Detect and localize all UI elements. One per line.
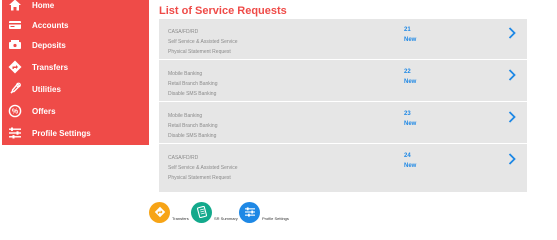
quick-action-label: Profile Settings [262, 216, 289, 221]
chevron-right-icon[interactable] [507, 111, 517, 123]
service-request-list: CASA/FD/RD Self Service & Assisted Servi… [159, 19, 527, 192]
chevron-right-icon[interactable] [507, 27, 517, 39]
request-channel: Retail Branch Banking [168, 123, 218, 129]
sidebar-item-label: Utilities [32, 84, 61, 94]
profile-settings-icon [239, 201, 260, 223]
request-type: Physical Statement Request [168, 175, 231, 181]
transfers-icon [149, 201, 170, 223]
sidebar-item-label: Profile Settings [32, 128, 91, 138]
home-icon [8, 0, 22, 12]
service-request-row[interactable]: CASA/FD/RD Self Service & Assisted Servi… [159, 19, 527, 60]
sidebar-item-label: Accounts [32, 20, 69, 30]
sidebar-item-utilities[interactable]: Utilities [2, 78, 149, 100]
request-type: Disable SMS Banking [168, 91, 217, 97]
quick-action-transfers[interactable]: Transfers [149, 199, 189, 225]
request-category: CASA/FD/RD [168, 155, 199, 161]
request-details: Mobile Banking Retail Branch Banking Dis… [168, 69, 217, 99]
deposits-icon [8, 38, 22, 52]
request-category: Mobile Banking [168, 113, 203, 119]
sidebar: Home Accounts Deposits Transfers Utiliti… [2, 0, 149, 145]
request-number: 24 [404, 153, 411, 159]
quick-action-sr-summary[interactable]: SR Summary [191, 199, 238, 225]
request-channel: Retail Branch Banking [168, 81, 218, 87]
request-details: CASA/FD/RD Self Service & Assisted Servi… [168, 27, 237, 57]
sidebar-item-profile-settings[interactable]: Profile Settings [2, 122, 149, 144]
accounts-icon [8, 18, 22, 32]
transfers-icon [8, 60, 22, 74]
sidebar-item-label: Deposits [32, 40, 66, 50]
request-channel: Self Service & Assisted Service [168, 165, 238, 171]
request-number: 21 [404, 27, 411, 33]
offers-icon: % [8, 104, 22, 118]
request-status: New [404, 121, 417, 127]
request-status: New [404, 163, 417, 169]
sidebar-item-label: Transfers [32, 62, 69, 72]
page-title: List of Service Requests [159, 5, 287, 17]
quick-action-label: Transfers [172, 216, 189, 221]
request-details: CASA/FD/RD Self Service & Assisted Servi… [168, 153, 237, 183]
request-details: Mobile Banking Retail Branch Banking Dis… [168, 111, 217, 141]
service-request-row[interactable]: Mobile Banking Retail Branch Banking Dis… [159, 103, 527, 144]
service-request-row[interactable]: Mobile Banking Retail Branch Banking Dis… [159, 61, 527, 102]
chevron-right-icon[interactable] [507, 153, 517, 165]
quick-action-profile-settings[interactable]: Profile Settings [239, 199, 289, 225]
svg-text:%: % [12, 109, 19, 116]
request-number: 23 [404, 111, 411, 117]
request-number: 22 [404, 69, 411, 75]
sr-summary-icon [191, 201, 212, 223]
sidebar-item-label: Home [32, 0, 55, 10]
request-type: Physical Statement Request [168, 49, 231, 55]
sidebar-item-accounts[interactable]: Accounts [2, 14, 149, 36]
request-status: New [404, 79, 417, 85]
sidebar-item-deposits[interactable]: Deposits [2, 34, 149, 56]
chevron-right-icon[interactable] [507, 69, 517, 81]
request-category: CASA/FD/RD [168, 29, 199, 35]
profile-settings-icon [8, 126, 22, 140]
request-category: Mobile Banking [168, 71, 203, 77]
request-type: Disable SMS Banking [168, 133, 217, 139]
utilities-icon [8, 82, 22, 96]
quick-action-label: SR Summary [214, 216, 238, 221]
sidebar-item-offers[interactable]: % Offers [2, 100, 149, 122]
request-channel: Self Service & Assisted Service [168, 39, 238, 45]
sidebar-item-transfers[interactable]: Transfers [2, 56, 149, 78]
service-request-row[interactable]: CASA/FD/RD Self Service & Assisted Servi… [159, 145, 527, 186]
sidebar-item-label: Offers [32, 106, 56, 116]
request-status: New [404, 37, 417, 43]
